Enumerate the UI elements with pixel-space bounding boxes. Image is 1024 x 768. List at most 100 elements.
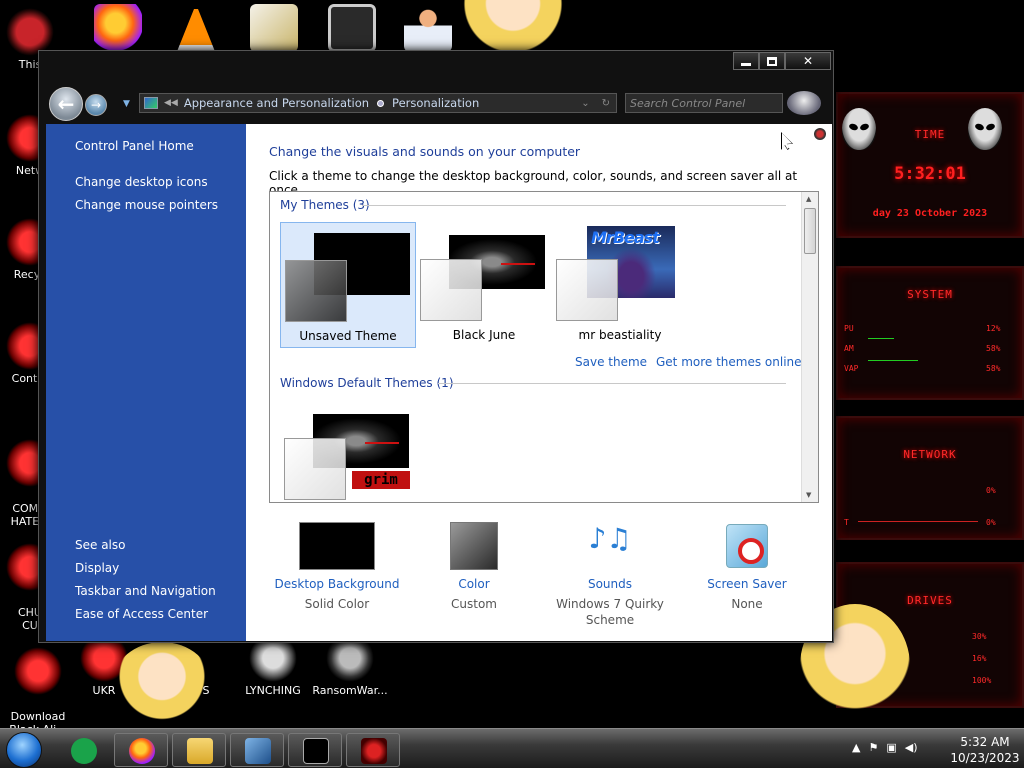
network-icon[interactable]: ▣ <box>886 741 896 754</box>
desktop-icon-s[interactable]: S <box>168 634 244 697</box>
show-hidden-icons-icon[interactable]: ▲ <box>852 741 860 754</box>
firefox-icon <box>129 738 155 764</box>
address-bar[interactable]: ◀◀ Appearance and Personalization Person… <box>139 93 617 113</box>
control-panel-home-link[interactable]: Control Panel Home <box>75 139 194 153</box>
color-value: Custom <box>451 597 497 611</box>
breadcrumb-separator-icon[interactable] <box>377 99 385 107</box>
color-label: Color <box>458 577 490 591</box>
ease-of-access-link[interactable]: Ease of Access Center <box>75 607 208 621</box>
person-icon <box>404 4 452 52</box>
breadcrumb-appearance[interactable]: Appearance and Personalization <box>184 96 369 110</box>
grim-logo: grim <box>352 471 410 489</box>
refresh-icon[interactable]: ↻ <box>602 98 610 109</box>
cpu-graph-line <box>868 338 894 339</box>
taskbar-app-cmd[interactable] <box>288 733 342 767</box>
see-also-heading: See also <box>75 538 126 552</box>
volume-icon[interactable]: ◀) <box>905 741 918 754</box>
theme-thumbnail-logo: MrBeast <box>591 228 660 247</box>
cmd-icon <box>303 738 329 764</box>
maximize-button[interactable] <box>759 52 785 70</box>
minimize-button[interactable] <box>733 52 759 70</box>
screen-saver-label: Screen Saver <box>707 577 787 591</box>
breadcrumb-overflow-icon[interactable]: ◀◀ <box>164 98 178 108</box>
help-icon[interactable] <box>814 128 826 140</box>
widget-system-row-value: 58% <box>986 344 1001 353</box>
group-divider <box>362 205 786 206</box>
desktop-icon-ransomware[interactable]: RansomWar... <box>312 634 388 697</box>
recent-pages-dropdown[interactable]: ▼ <box>123 99 130 109</box>
breadcrumb-personalization[interactable]: Personalization <box>392 96 479 110</box>
change-desktop-icons-link[interactable]: Change desktop icons <box>75 175 208 189</box>
widget-network-row: T <box>844 518 849 527</box>
forward-arrow-icon: → <box>90 98 102 112</box>
taskbar-app-firefox[interactable] <box>114 733 168 767</box>
scroll-up-icon[interactable]: ▲ <box>806 195 811 203</box>
maximize-icon <box>767 56 777 66</box>
desktop-background-label: Desktop Background <box>274 577 400 591</box>
desktop-icon-map[interactable] <box>314 4 390 54</box>
forward-button[interactable]: → <box>85 94 107 116</box>
theme-thumbnail-window <box>420 259 482 321</box>
widget-network-row-value: 0% <box>986 486 996 495</box>
desktop-background-setting[interactable]: Desktop Background Solid Color <box>272 522 402 622</box>
taskbar-clock-time[interactable]: 5:32 AM <box>950 735 1020 749</box>
theme-grim[interactable]: grim <box>280 404 416 502</box>
task-pane: Control Panel Home Change desktop icons … <box>46 124 246 641</box>
taskbar-navigation-link[interactable]: Taskbar and Navigation <box>75 584 216 598</box>
display-link[interactable]: Display <box>75 561 119 575</box>
desktop-icon-firefox[interactable] <box>80 4 156 54</box>
this-pc-icon <box>6 8 54 56</box>
map-icon <box>328 4 376 52</box>
search-input[interactable]: Search Control Panel <box>625 93 783 113</box>
widget-system-row-value: 58% <box>986 364 1001 373</box>
control-panel-icon <box>144 97 158 109</box>
virtualbox-icon <box>245 738 271 764</box>
personalization-window: ✕ ← → ▼ ◀◀ Appearance and Personalizatio… <box>38 50 834 643</box>
no-symbol-icon <box>738 538 764 564</box>
change-mouse-pointers-link[interactable]: Change mouse pointers <box>75 198 218 212</box>
desktop-icon-vlc[interactable] <box>158 4 234 54</box>
search-globe-icon[interactable] <box>787 91 821 115</box>
theme-label: Black June <box>452 328 516 342</box>
widget-network-row-value: 0% <box>986 518 996 527</box>
taskbar-app-notes[interactable] <box>56 733 110 767</box>
scrollbar-thumb[interactable] <box>804 208 816 254</box>
start-button[interactable] <box>6 732 42 768</box>
widget-drives-row-value: 16% <box>972 654 987 663</box>
back-button[interactable]: ← <box>49 87 83 121</box>
taskbar-app-virtualbox[interactable] <box>230 733 284 767</box>
widget-system-title: SYSTEM <box>907 288 953 301</box>
desktop-icon-hxd[interactable] <box>236 4 312 54</box>
system-tray: ▲ ⚑ ▣ ◀) <box>852 741 918 754</box>
taskbar-app-control-panel[interactable] <box>346 733 400 767</box>
desktop-icon-lynching[interactable]: LYNCHING <box>235 634 311 697</box>
address-dropdown-icon[interactable]: ⌄ <box>581 98 589 109</box>
widget-system-row: AM <box>844 344 854 353</box>
taskbar-clock-date[interactable]: 10/23/2023 <box>950 751 1020 765</box>
theme-mr-beastiality[interactable]: MrBeast mr beastiality <box>552 222 688 348</box>
theme-unsaved[interactable]: Unsaved Theme <box>280 222 416 348</box>
content-pane: Change the visuals and sounds on your co… <box>246 124 832 641</box>
screen-saver-setting[interactable]: Screen Saver None <box>682 522 812 622</box>
theme-list-scrollbar[interactable]: ▲ ▼ <box>801 192 818 502</box>
desktop-icon-label: LYNCHING <box>245 684 301 697</box>
sounds-setting[interactable]: ♪♫ Sounds Windows 7 Quirky Scheme <box>545 522 675 632</box>
color-swatch-icon <box>450 522 498 570</box>
action-center-flag-icon[interactable]: ⚑ <box>868 741 878 754</box>
back-arrow-icon: ← <box>57 92 75 116</box>
widget-clock: 5:32:01 <box>894 164 966 184</box>
mouse-cursor-fill <box>782 133 792 149</box>
widget-network: NETWORK 0% T 0% <box>836 416 1024 540</box>
folder-icon <box>187 738 213 764</box>
close-button[interactable]: ✕ <box>785 52 831 70</box>
theme-black-june[interactable]: Black June <box>416 222 552 348</box>
navigation-bar: ← → ▼ ◀◀ Appearance and Personalization … <box>39 87 833 121</box>
color-setting[interactable]: Color Custom <box>409 522 539 622</box>
get-more-themes-link[interactable]: Get more themes online <box>656 355 802 369</box>
group-divider <box>438 383 786 384</box>
vlc-icon <box>176 4 216 52</box>
taskbar-app-explorer[interactable] <box>172 733 226 767</box>
save-theme-link[interactable]: Save theme <box>575 355 647 369</box>
sounds-value: Windows 7 Quirky Scheme <box>556 597 664 627</box>
scroll-down-icon[interactable]: ▼ <box>806 491 811 499</box>
